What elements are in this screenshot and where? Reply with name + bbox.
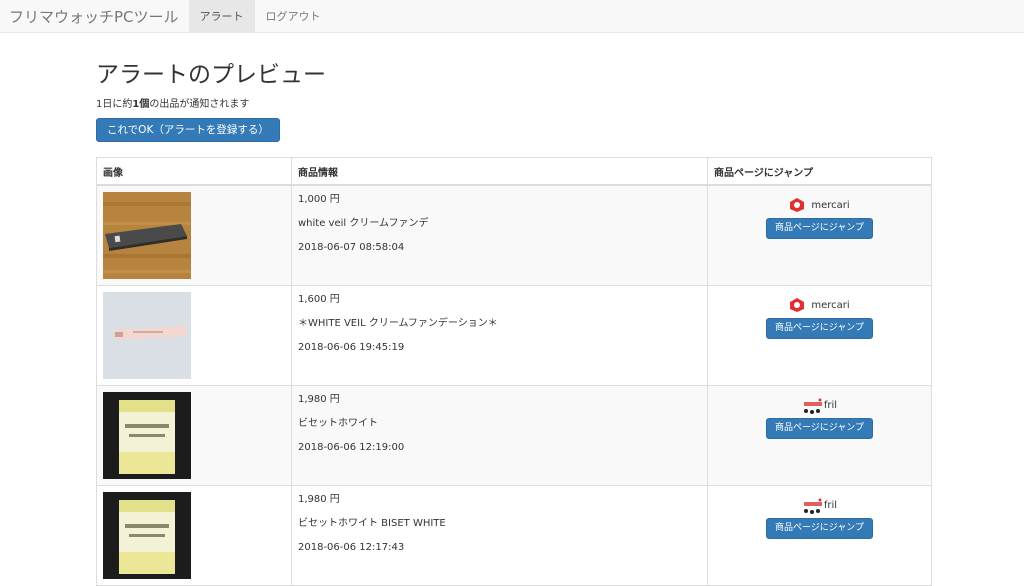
info-cell: 1,000 円 white veil クリームファンデ 2018-06-07 0… <box>291 184 708 286</box>
site-name: mercari <box>811 199 850 211</box>
site-label: mercari <box>714 296 925 314</box>
product-price: 1,600 円 <box>298 294 340 305</box>
header-image: 画像 <box>96 157 292 186</box>
table-row: 1,980 円 ビセットホワイト BISET WHITE 2018-06-06 … <box>96 485 932 586</box>
image-cell <box>96 385 292 486</box>
product-thumbnail[interactable] <box>103 492 191 579</box>
product-thumbnail[interactable] <box>103 392 191 479</box>
image-cell <box>96 485 292 586</box>
jump-cell: fril 商品ページにジャンプ <box>707 485 932 586</box>
summary-suffix: の出品が通知されます <box>149 99 250 110</box>
nav-alert[interactable]: アラート <box>188 0 255 32</box>
summary-prefix: 1日に約 <box>96 99 133 110</box>
site-name: mercari <box>811 299 850 311</box>
jump-button[interactable]: 商品ページにジャンプ <box>765 518 874 539</box>
info-cell: 1,980 円 ビセットホワイト 2018-06-06 12:19:00 <box>291 385 708 486</box>
product-name: ＊WHITE VEIL クリームファンデーション＊ <box>298 318 498 329</box>
jump-cell: mercari 商品ページにジャンプ <box>707 285 932 386</box>
table-row: 1,600 円 ＊WHITE VEIL クリームファンデーション＊ 2018-0… <box>96 285 932 386</box>
product-name: ビセットホワイト BISET WHITE <box>298 518 446 529</box>
table-row: 1,000 円 white veil クリームファンデ 2018-06-07 0… <box>96 184 932 286</box>
fril-icon <box>802 497 822 514</box>
nav-logout[interactable]: ログアウト <box>255 0 332 32</box>
product-name: ビセットホワイト <box>298 418 378 429</box>
info-cell: 1,600 円 ＊WHITE VEIL クリームファンデーション＊ 2018-0… <box>291 285 708 386</box>
preview-table: 画像 商品情報 商品ページにジャンプ 1,000 円 white veil クリ… <box>96 157 932 586</box>
product-date: 2018-06-06 19:45:19 <box>298 342 405 353</box>
summary-count: 1個 <box>132 99 150 110</box>
product-price: 1,980 円 <box>298 394 340 405</box>
jump-button[interactable]: 商品ページにジャンプ <box>765 418 874 439</box>
image-cell <box>96 285 292 386</box>
page-title: アラートのプレビュー <box>96 62 326 88</box>
table-header-row: 画像 商品情報 商品ページにジャンプ <box>96 157 932 186</box>
confirm-alert-button[interactable]: これでOK（アラートを登録する） <box>96 118 280 142</box>
header-jump: 商品ページにジャンプ <box>707 157 932 186</box>
table-row: 1,980 円 ビセットホワイト 2018-06-06 12:19:00 fri… <box>96 385 932 486</box>
fril-icon <box>802 397 822 414</box>
mercari-icon <box>789 297 805 313</box>
product-price: 1,980 円 <box>298 494 340 505</box>
alert-summary: 1日に約1個の出品が通知されます <box>96 95 932 110</box>
product-date: 2018-06-07 08:58:04 <box>298 242 405 253</box>
product-name: white veil クリームファンデ <box>298 218 429 229</box>
mercari-icon <box>789 197 805 213</box>
site-label: fril <box>714 396 925 414</box>
navbar: フリマウォッチPCツール アラート ログアウト <box>0 0 1024 33</box>
info-cell: 1,980 円 ビセットホワイト BISET WHITE 2018-06-06 … <box>291 485 708 586</box>
image-cell <box>96 184 292 286</box>
site-label: mercari <box>714 196 925 214</box>
jump-button[interactable]: 商品ページにジャンプ <box>765 218 874 239</box>
site-name: fril <box>823 499 838 511</box>
product-date: 2018-06-06 12:19:00 <box>298 442 405 453</box>
main-content: アラートのプレビュー 1日に約1個の出品が通知されます これでOK（アラートを登… <box>96 33 932 586</box>
product-thumbnail[interactable] <box>103 192 191 279</box>
site-label: fril <box>714 496 925 514</box>
product-date: 2018-06-06 12:17:43 <box>298 542 405 553</box>
product-thumbnail[interactable] <box>103 292 191 379</box>
header-info: 商品情報 <box>291 157 708 186</box>
site-name: fril <box>823 399 838 411</box>
brand-link[interactable]: フリマウォッチPCツール <box>0 0 189 32</box>
jump-cell: mercari 商品ページにジャンプ <box>707 184 932 286</box>
jump-cell: fril 商品ページにジャンプ <box>707 385 932 486</box>
jump-button[interactable]: 商品ページにジャンプ <box>765 318 874 339</box>
product-price: 1,000 円 <box>298 194 340 205</box>
